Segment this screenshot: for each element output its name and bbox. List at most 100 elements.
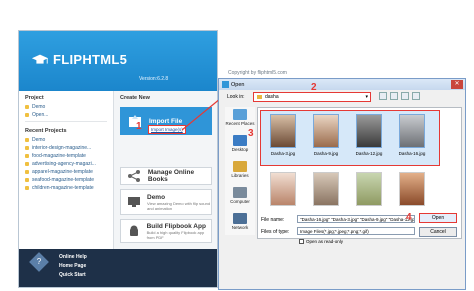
file-thumb[interactable]: [313, 114, 339, 148]
brand-logo: FLIPHTML5: [31, 52, 127, 67]
file-icon: [25, 162, 29, 166]
computer-icon: [233, 187, 247, 198]
step-number-4: 4: [406, 212, 412, 223]
step-number-2: 2: [311, 82, 317, 93]
folder-icon: [25, 113, 29, 117]
file-icon: [25, 146, 29, 150]
monitor-icon: [127, 194, 141, 210]
look-in-label: Look in:: [227, 94, 245, 100]
checkbox-box: [299, 239, 304, 244]
recent-item-label: apparel-magazine-template: [32, 169, 93, 175]
view-menu-icon[interactable]: [412, 92, 420, 100]
recent-item[interactable]: food-magazine-template: [19, 152, 113, 160]
libraries-icon: [233, 161, 247, 172]
cancel-button[interactable]: Cancel: [419, 227, 457, 237]
recent-item[interactable]: apparel-magazine-template: [19, 168, 113, 176]
manage-online-books-button[interactable]: Manage Online Books: [120, 167, 212, 185]
demo-label: Demo: [147, 193, 166, 201]
file-thumb[interactable]: [356, 114, 382, 148]
step-number-1: 1: [136, 121, 142, 132]
up-folder-icon[interactable]: [390, 92, 398, 100]
app-footer: ? Online Help Home Page Quick Start: [19, 249, 217, 287]
version-label: Version:6.2.8: [139, 76, 169, 82]
back-icon[interactable]: [379, 92, 387, 100]
graduation-cap-icon: [31, 54, 49, 64]
recent-item[interactable]: advertising-agency-magazi...: [19, 160, 113, 168]
project-item-label: Demo: [32, 104, 46, 110]
file-thumb[interactable]: [399, 172, 425, 206]
read-only-checkbox[interactable]: Open as read-only: [299, 239, 343, 244]
recent-item[interactable]: children-magazine-template: [19, 184, 113, 192]
recent-item-label: food-magazine-template: [32, 153, 86, 159]
places-bar: Recent Places Desktop Libraries Computer…: [225, 107, 255, 235]
place-computer[interactable]: Computer: [225, 187, 255, 204]
manage-online-books-label: Manage Online Books: [147, 169, 195, 183]
home-page-link[interactable]: Home Page: [59, 263, 86, 269]
new-folder-icon[interactable]: [401, 92, 409, 100]
demo-button[interactable]: Demo View amazing Demo with flip sound a…: [120, 189, 212, 215]
place-network[interactable]: Network: [225, 213, 255, 230]
window-icon: [222, 81, 229, 88]
folder-icon: [25, 105, 29, 109]
close-button[interactable]: ✕: [451, 80, 463, 89]
project-item-label: Open...: [32, 112, 49, 118]
screenshot-stage: FLIPHTML5 Version:6.2.8 Project Demo Ope…: [0, 0, 474, 291]
recent-item[interactable]: Demo: [19, 136, 113, 144]
desktop-icon: [233, 135, 247, 146]
copyright-label: Copyright by fliphtml5.com: [228, 70, 287, 76]
online-help-link[interactable]: Online Help: [59, 254, 87, 260]
app-header: FLIPHTML5 Version:6.2.8: [19, 31, 217, 91]
read-only-label: Open as read-only: [306, 239, 344, 244]
build-text: Build Flipbook App Build a high quality …: [147, 223, 211, 240]
recent-section-title: Recent Projects: [25, 128, 67, 134]
divider: [25, 121, 107, 122]
build-subtitle: Build a high quality Flipbook app from P…: [146, 229, 205, 240]
nav-toolbar: [379, 92, 420, 100]
file-label: Dasha-16.jpg: [398, 151, 426, 156]
network-icon: [233, 213, 247, 224]
brand-name: FLIPHTML5: [53, 52, 128, 67]
quick-start-link[interactable]: Quick Start: [59, 272, 86, 278]
recent-item-label: advertising-agency-magazi...: [32, 161, 96, 167]
file-icon: [25, 154, 29, 158]
open-button[interactable]: Open: [419, 213, 457, 223]
project-item-open[interactable]: Open...: [19, 111, 113, 119]
place-label: Network: [231, 225, 249, 230]
look-in-select[interactable]: dasha ▾: [253, 92, 371, 102]
open-file-dialog: Open ✕ Look in: dasha ▾ Recent Places De…: [218, 78, 466, 290]
recent-item-label: seafood-magazine-template: [32, 177, 94, 183]
file-thumb[interactable]: [313, 172, 339, 206]
place-recent[interactable]: Recent Places: [225, 109, 255, 126]
dialog-title: Open: [231, 81, 245, 88]
recent-item-label: Demo: [32, 137, 46, 143]
file-thumb[interactable]: [270, 114, 296, 148]
file-icon: [25, 178, 29, 182]
file-label: Dasha-12.jpg: [355, 151, 383, 156]
recent-item-label: interior-design-magazine...: [32, 145, 92, 151]
file-thumb[interactable]: [356, 172, 382, 206]
file-label: Dasha-9.jpg: [313, 151, 339, 156]
place-label: Desktop: [231, 147, 249, 152]
file-icon: [25, 186, 29, 190]
file-icon: [25, 138, 29, 142]
build-label: Build Flipbook App: [146, 222, 206, 230]
file-thumb[interactable]: [399, 114, 425, 148]
dialog-titlebar: Open: [219, 79, 465, 90]
help-icon[interactable]: ?: [29, 252, 49, 272]
file-thumb[interactable]: [270, 172, 296, 206]
demo-subtitle: View amazing Demo with flip sound and an…: [147, 200, 211, 211]
recent-item[interactable]: interior-design-magazine...: [19, 144, 113, 152]
project-item-demo[interactable]: Demo: [19, 103, 113, 111]
file-name-label: File name:: [261, 217, 285, 223]
file-type-select[interactable]: Image Files(*.jpg;*.jpeg;*.png;*.gif): [297, 227, 415, 235]
build-flipbook-app-button[interactable]: Build Flipbook App Build a high quality …: [120, 219, 212, 243]
place-libraries[interactable]: Libraries: [225, 161, 255, 178]
demo-text: Demo View amazing Demo with flip sound a…: [147, 194, 211, 211]
file-name-input[interactable]: "Dasha-16.jpg" "Dasha-3.jpg" "Dasha-9.jp…: [297, 215, 415, 223]
file-label: Dasha-3.jpg: [270, 151, 296, 156]
place-label: Recent Places: [225, 121, 255, 126]
import-file-label: Import File: [149, 117, 183, 125]
share-icon: [127, 168, 142, 184]
chevron-down-icon: ▾: [365, 94, 368, 100]
recent-item[interactable]: seafood-magazine-template: [19, 176, 113, 184]
